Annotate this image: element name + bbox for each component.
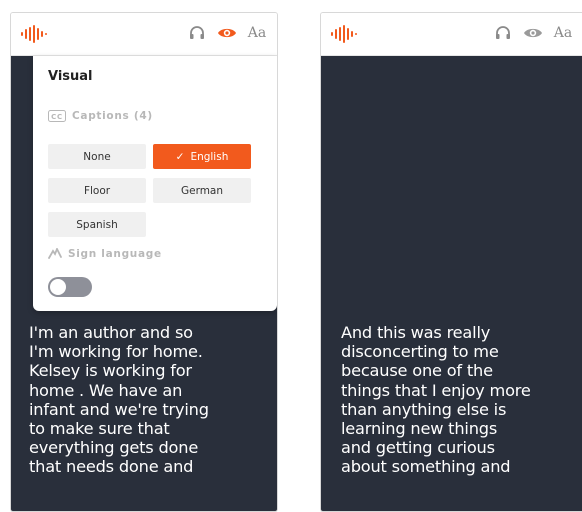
sign-language-section: Sign language [48, 248, 162, 260]
app-header: Aa [321, 13, 582, 56]
eye-icon[interactable] [523, 23, 543, 43]
svg-text:CC: CC [51, 113, 63, 121]
captions-icon: CC [48, 110, 66, 122]
text-size-icon[interactable]: Aa [553, 23, 573, 43]
caption-option-german[interactable]: German [153, 178, 251, 203]
sign-language-icon [48, 248, 62, 259]
check-icon: ✓ [175, 150, 185, 163]
toggle-knob [50, 279, 66, 295]
text-size-icon[interactable]: Aa [247, 23, 267, 43]
app-header: Aa [11, 13, 277, 56]
left-phone-screen: Aa Visual CC Captions (4) None ✓ English… [10, 12, 278, 512]
eye-icon[interactable] [217, 23, 237, 43]
caption-text: I'm an author and so I'm working for hom… [29, 323, 209, 477]
captions-section: CC Captions (4) [48, 110, 153, 122]
sign-language-label: Sign language [68, 248, 162, 260]
visual-settings-panel: Visual CC Captions (4) None ✓ English Fl… [33, 56, 277, 311]
headphones-icon[interactable] [187, 23, 207, 43]
caption-option-spanish[interactable]: Spanish [48, 212, 146, 237]
caption-option-english-label: English [190, 150, 229, 163]
headphones-icon[interactable] [493, 23, 513, 43]
caption-option-none[interactable]: None [48, 144, 146, 169]
caption-option-floor[interactable]: Floor [48, 178, 146, 203]
right-phone-screen: Aa And this was really disconcerting to … [320, 12, 582, 512]
captions-label: Captions (4) [72, 110, 153, 122]
caption-text: And this was really disconcerting to me … [341, 323, 531, 477]
sign-language-toggle[interactable] [48, 277, 92, 297]
waveform-logo [21, 25, 47, 43]
waveform-logo [331, 25, 357, 43]
panel-title: Visual [48, 69, 93, 84]
caption-option-english[interactable]: ✓ English [153, 144, 251, 169]
